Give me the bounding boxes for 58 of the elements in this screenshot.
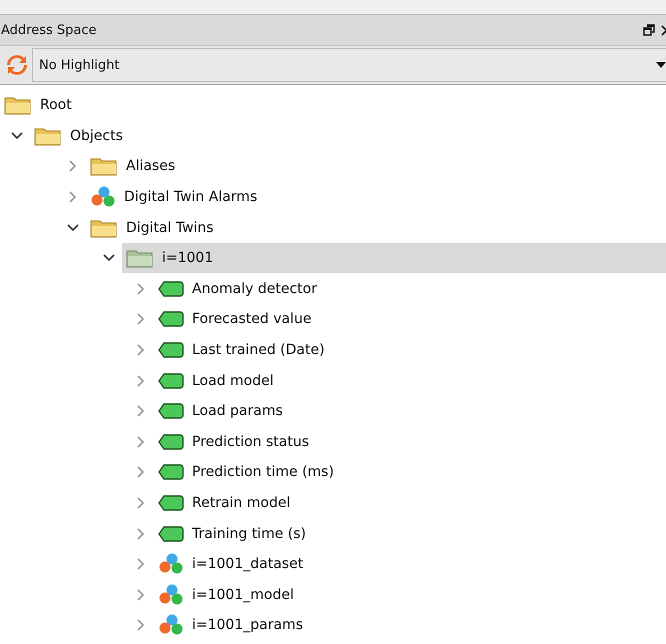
tree-item[interactable]: Training time (s) xyxy=(154,518,666,549)
tree-item[interactable]: i=1001_dataset xyxy=(154,549,666,580)
chevron-right-icon[interactable] xyxy=(137,282,145,295)
tree-item[interactable]: i=1001_model xyxy=(154,580,666,610)
cubes-icon xyxy=(158,553,184,576)
tag-icon xyxy=(158,342,184,358)
chevron-right-icon[interactable] xyxy=(137,619,145,632)
folder-icon xyxy=(34,126,62,146)
chevron-right-icon[interactable] xyxy=(137,405,145,418)
chevron-right-icon[interactable] xyxy=(137,344,145,356)
chevron-right-icon[interactable] xyxy=(137,313,145,326)
tag-icon xyxy=(158,372,184,389)
tree-item[interactable]: Load model xyxy=(154,366,666,396)
chevron-down-icon[interactable] xyxy=(11,132,23,140)
tree-item[interactable]: i=1001_params xyxy=(154,610,666,640)
chevron-right-icon[interactable] xyxy=(137,436,145,448)
chevron-right-icon[interactable] xyxy=(137,374,145,387)
tree-item[interactable]: Retrain model xyxy=(154,488,666,518)
chevron-down-icon[interactable] xyxy=(67,224,79,232)
tree-item[interactable]: Forecasted value xyxy=(154,304,666,334)
tree-item[interactable]: Objects xyxy=(30,120,666,151)
folder-icon xyxy=(90,218,118,238)
tree-item[interactable]: Aliases xyxy=(86,151,666,182)
tree-item[interactable]: Digital Twin Alarms xyxy=(86,182,666,212)
chevron-down-icon[interactable] xyxy=(103,254,115,262)
tag-icon xyxy=(158,434,184,450)
cubes-icon xyxy=(90,186,116,208)
tag-icon xyxy=(158,464,184,480)
tree-item[interactable]: Prediction status xyxy=(154,426,666,457)
tree-item[interactable]: Digital Twins xyxy=(86,212,666,243)
cubes-icon xyxy=(158,584,184,606)
refresh-icon[interactable] xyxy=(6,54,28,76)
restore-icon[interactable] xyxy=(643,24,655,36)
chevron-right-icon[interactable] xyxy=(137,588,145,601)
dropdown-arrow-icon[interactable] xyxy=(656,62,666,68)
chevron-right-icon[interactable] xyxy=(137,558,145,570)
chevron-right-icon[interactable] xyxy=(69,160,77,172)
tree-item[interactable]: Prediction time (ms) xyxy=(154,457,666,488)
tag-icon xyxy=(158,280,184,297)
cubes-icon xyxy=(158,614,184,636)
tag-icon xyxy=(158,526,184,542)
tree-item[interactable]: Anomaly detector xyxy=(154,274,666,304)
highlight-dropdown[interactable]: No Highlight xyxy=(32,48,666,82)
tree-item[interactable]: Last trained (Date) xyxy=(154,335,666,366)
tree-item[interactable]: Load params xyxy=(154,396,666,426)
chevron-right-icon[interactable] xyxy=(137,528,145,540)
tag-icon xyxy=(158,311,184,328)
folder-icon xyxy=(126,248,154,268)
tag-icon xyxy=(158,495,184,512)
chevron-right-icon[interactable] xyxy=(137,466,145,478)
chevron-right-icon[interactable] xyxy=(69,191,77,204)
folder-icon xyxy=(4,95,32,116)
tag-icon xyxy=(158,403,184,420)
tree-item[interactable]: i=1001 xyxy=(122,243,666,274)
panel-title: Address Space xyxy=(0,22,97,38)
chevron-right-icon[interactable] xyxy=(137,497,145,510)
folder-icon xyxy=(90,156,118,176)
tree-item[interactable]: Root xyxy=(0,90,666,120)
